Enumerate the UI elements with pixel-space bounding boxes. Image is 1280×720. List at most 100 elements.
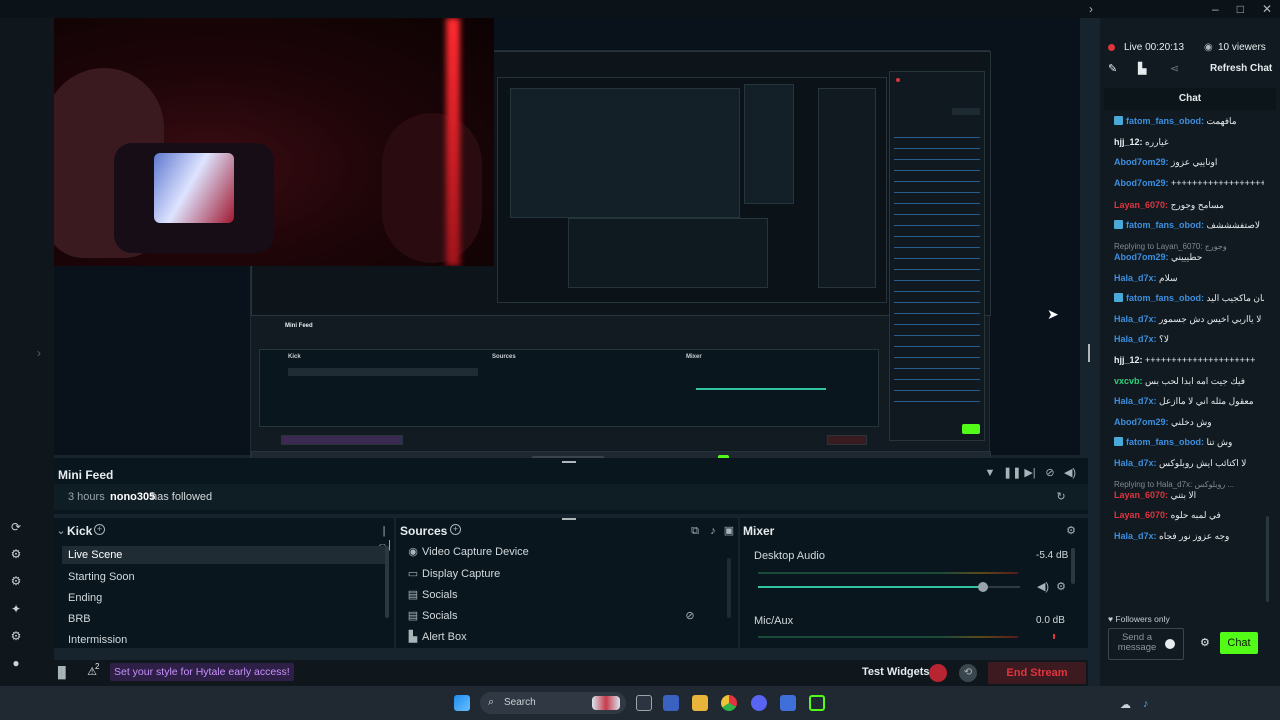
filter-icon[interactable]: ▼ <box>983 466 997 480</box>
test-widgets-label[interactable]: Test Widgets <box>862 666 930 678</box>
source-item-video-capture[interactable]: Video Capture Device <box>422 546 529 558</box>
preview-inner-screen <box>497 77 887 303</box>
cloud-tray-icon[interactable]: ☁ <box>1120 698 1131 711</box>
scene-item-intermission[interactable]: Intermission <box>68 634 127 646</box>
minimize-button[interactable]: – <box>1212 2 1219 16</box>
streamlabs-icon[interactable] <box>809 695 825 711</box>
chat-username[interactable]: Hala_d7x: <box>1114 531 1157 541</box>
skip-icon[interactable]: ▶| <box>1023 466 1037 480</box>
source-item-socials-2[interactable]: Socials <box>422 610 457 622</box>
chat-username[interactable]: Hala_d7x: <box>1114 458 1157 468</box>
vpn-app-icon[interactable] <box>780 695 796 711</box>
chat-text: حطيييني <box>1171 252 1203 262</box>
chat-username[interactable]: Hala_d7x: <box>1114 334 1157 344</box>
chat-username[interactable]: Hala_d7x: <box>1114 273 1157 283</box>
mic-tray-icon[interactable]: ♪ <box>1143 698 1149 710</box>
chat-message-input[interactable]: Send a message <box>1108 628 1184 660</box>
scene-item-starting-soon[interactable]: Starting Soon <box>68 571 135 583</box>
scene-item-live-scene[interactable]: Live Scene <box>62 546 386 564</box>
chat-username[interactable]: Layan_6070: <box>1114 510 1168 520</box>
collapse-chat-icon[interactable]: › <box>1089 2 1093 16</box>
chrome-icon[interactable] <box>721 695 737 711</box>
performance-icon[interactable]: ▐▌ <box>54 666 70 680</box>
scenes-scrollbar[interactable] <box>385 546 389 618</box>
highlighter-icon[interactable]: ✦ <box>9 602 23 616</box>
profile-icon[interactable]: ● <box>9 656 23 670</box>
task-view-icon[interactable] <box>636 695 652 711</box>
chat-text: وش دخلني <box>1171 416 1212 427</box>
mixer-scrollbar[interactable] <box>1071 548 1075 584</box>
source-item-alert-box[interactable]: Alert Box <box>422 631 467 643</box>
calendar-app-icon[interactable] <box>663 695 679 711</box>
channel-settings-icon[interactable]: ⚙ <box>1054 580 1068 594</box>
speaker-icon[interactable]: ◀) <box>1036 580 1050 594</box>
chat-scrollbar[interactable] <box>1266 516 1269 602</box>
file-explorer-icon[interactable] <box>692 695 708 711</box>
close-button[interactable]: ✕ <box>1262 2 1272 16</box>
taskbar-search[interactable]: ⌕ Search <box>480 692 626 714</box>
send-chat-button[interactable]: Chat <box>1220 632 1258 654</box>
source-folder-icon[interactable]: ⧉ <box>688 524 702 538</box>
chat-username[interactable]: fatom_fans_obod: <box>1126 116 1204 126</box>
emote-icon[interactable] <box>1165 639 1175 649</box>
replay-icon[interactable]: ↻ <box>1054 490 1068 504</box>
chat-message: fatom_fans_obod: مافهمت <box>1114 116 1264 127</box>
source-item-display-capture[interactable]: Display Capture <box>422 568 500 580</box>
scene-transitions-icon[interactable]: |⇔| <box>377 524 391 551</box>
collapse-chevron-icon[interactable]: ⌄ <box>54 524 68 538</box>
chat-tools-icon[interactable]: ▙ <box>1138 62 1146 75</box>
dock-resize-handle-2[interactable] <box>562 518 576 520</box>
promo-banner[interactable]: Set your style for Hytale early access! <box>110 663 294 681</box>
chat-username[interactable]: fatom_fans_obod: <box>1126 220 1204 230</box>
chat-username[interactable]: Layan_6070: <box>1114 200 1168 210</box>
scene-item-ending[interactable]: Ending <box>68 592 102 604</box>
chat-username[interactable]: vxcvb: <box>1114 376 1143 386</box>
mixer-channel-mic-name: Mic/Aux <box>754 615 794 627</box>
mute-alerts-icon[interactable]: ⊘ <box>1043 466 1057 480</box>
edit-icon[interactable]: ✎ <box>1108 62 1117 75</box>
mixer-settings-icon[interactable]: ⚙ <box>1064 524 1078 538</box>
volume-icon[interactable]: ◀) <box>1063 466 1077 480</box>
chat-username[interactable]: Abod7om29: <box>1114 157 1169 167</box>
record-button[interactable] <box>929 664 947 682</box>
settings-icon[interactable]: ⚙ <box>9 629 23 643</box>
scene-item-brb[interactable]: BRB <box>68 613 91 625</box>
creator-tools-icon[interactable]: ⟳ <box>9 520 23 534</box>
chat-username[interactable]: fatom_fans_obod: <box>1126 437 1204 447</box>
chat-username[interactable]: fatom_fans_obod: <box>1126 293 1204 303</box>
sources-scrollbar[interactable] <box>727 558 731 618</box>
dock-resize-handle[interactable] <box>562 461 576 463</box>
chat-username[interactable]: hjj_12: <box>1114 355 1143 365</box>
chat-username[interactable]: Hala_d7x: <box>1114 396 1157 406</box>
pause-icon[interactable]: ❚❚ <box>1003 466 1021 480</box>
discord-icon[interactable] <box>751 695 767 711</box>
scene-collection-title[interactable]: Kick <box>67 524 92 538</box>
mute-sources-icon[interactable]: ♪ <box>706 524 720 538</box>
chat-username[interactable]: Hala_d7x: <box>1114 314 1157 324</box>
share-icon[interactable]: ⋖ <box>1170 62 1179 75</box>
chat-message: Layan_6070: الا بتني <box>1114 490 1264 501</box>
selective-recording-icon[interactable]: ▣ <box>722 524 736 538</box>
source-item-socials-1[interactable]: Socials <box>422 589 457 601</box>
windows-start-icon[interactable] <box>454 695 470 711</box>
add-source-icon[interactable]: + <box>450 524 461 535</box>
end-stream-button[interactable]: End Stream <box>988 662 1086 684</box>
expand-editor-icon[interactable]: › <box>32 346 46 360</box>
desktop-audio-slider-knob[interactable] <box>978 582 989 592</box>
chat-username[interactable]: Abod7om29: <box>1114 417 1169 427</box>
preview-inner-panel <box>744 84 794 204</box>
editor-resize-handle[interactable] <box>1088 344 1090 362</box>
refresh-chat-button[interactable]: Refresh Chat <box>1210 63 1272 74</box>
chat-username[interactable]: Abod7om29: <box>1114 178 1169 188</box>
maximize-button[interactable]: □ <box>1237 2 1244 16</box>
replay-buffer-icon[interactable]: ⟲ <box>959 664 977 682</box>
stream-editor-canvas[interactable]: Mini Feed Kick Sources Mixer ➤ <box>54 18 1090 470</box>
chat-username[interactable]: Layan_6070: <box>1114 490 1168 500</box>
add-scene-icon[interactable]: + <box>94 524 105 535</box>
chat-username[interactable]: Abod7om29: <box>1114 252 1169 262</box>
app-store-icon[interactable]: ⚙ <box>9 574 23 588</box>
chat-username[interactable]: hjj_12: <box>1114 137 1143 147</box>
themes-icon[interactable]: ⚙ <box>9 547 23 561</box>
hidden-eye-icon[interactable]: ⊘ <box>683 609 697 623</box>
chat-settings-icon[interactable]: ⚙ <box>1200 636 1210 649</box>
